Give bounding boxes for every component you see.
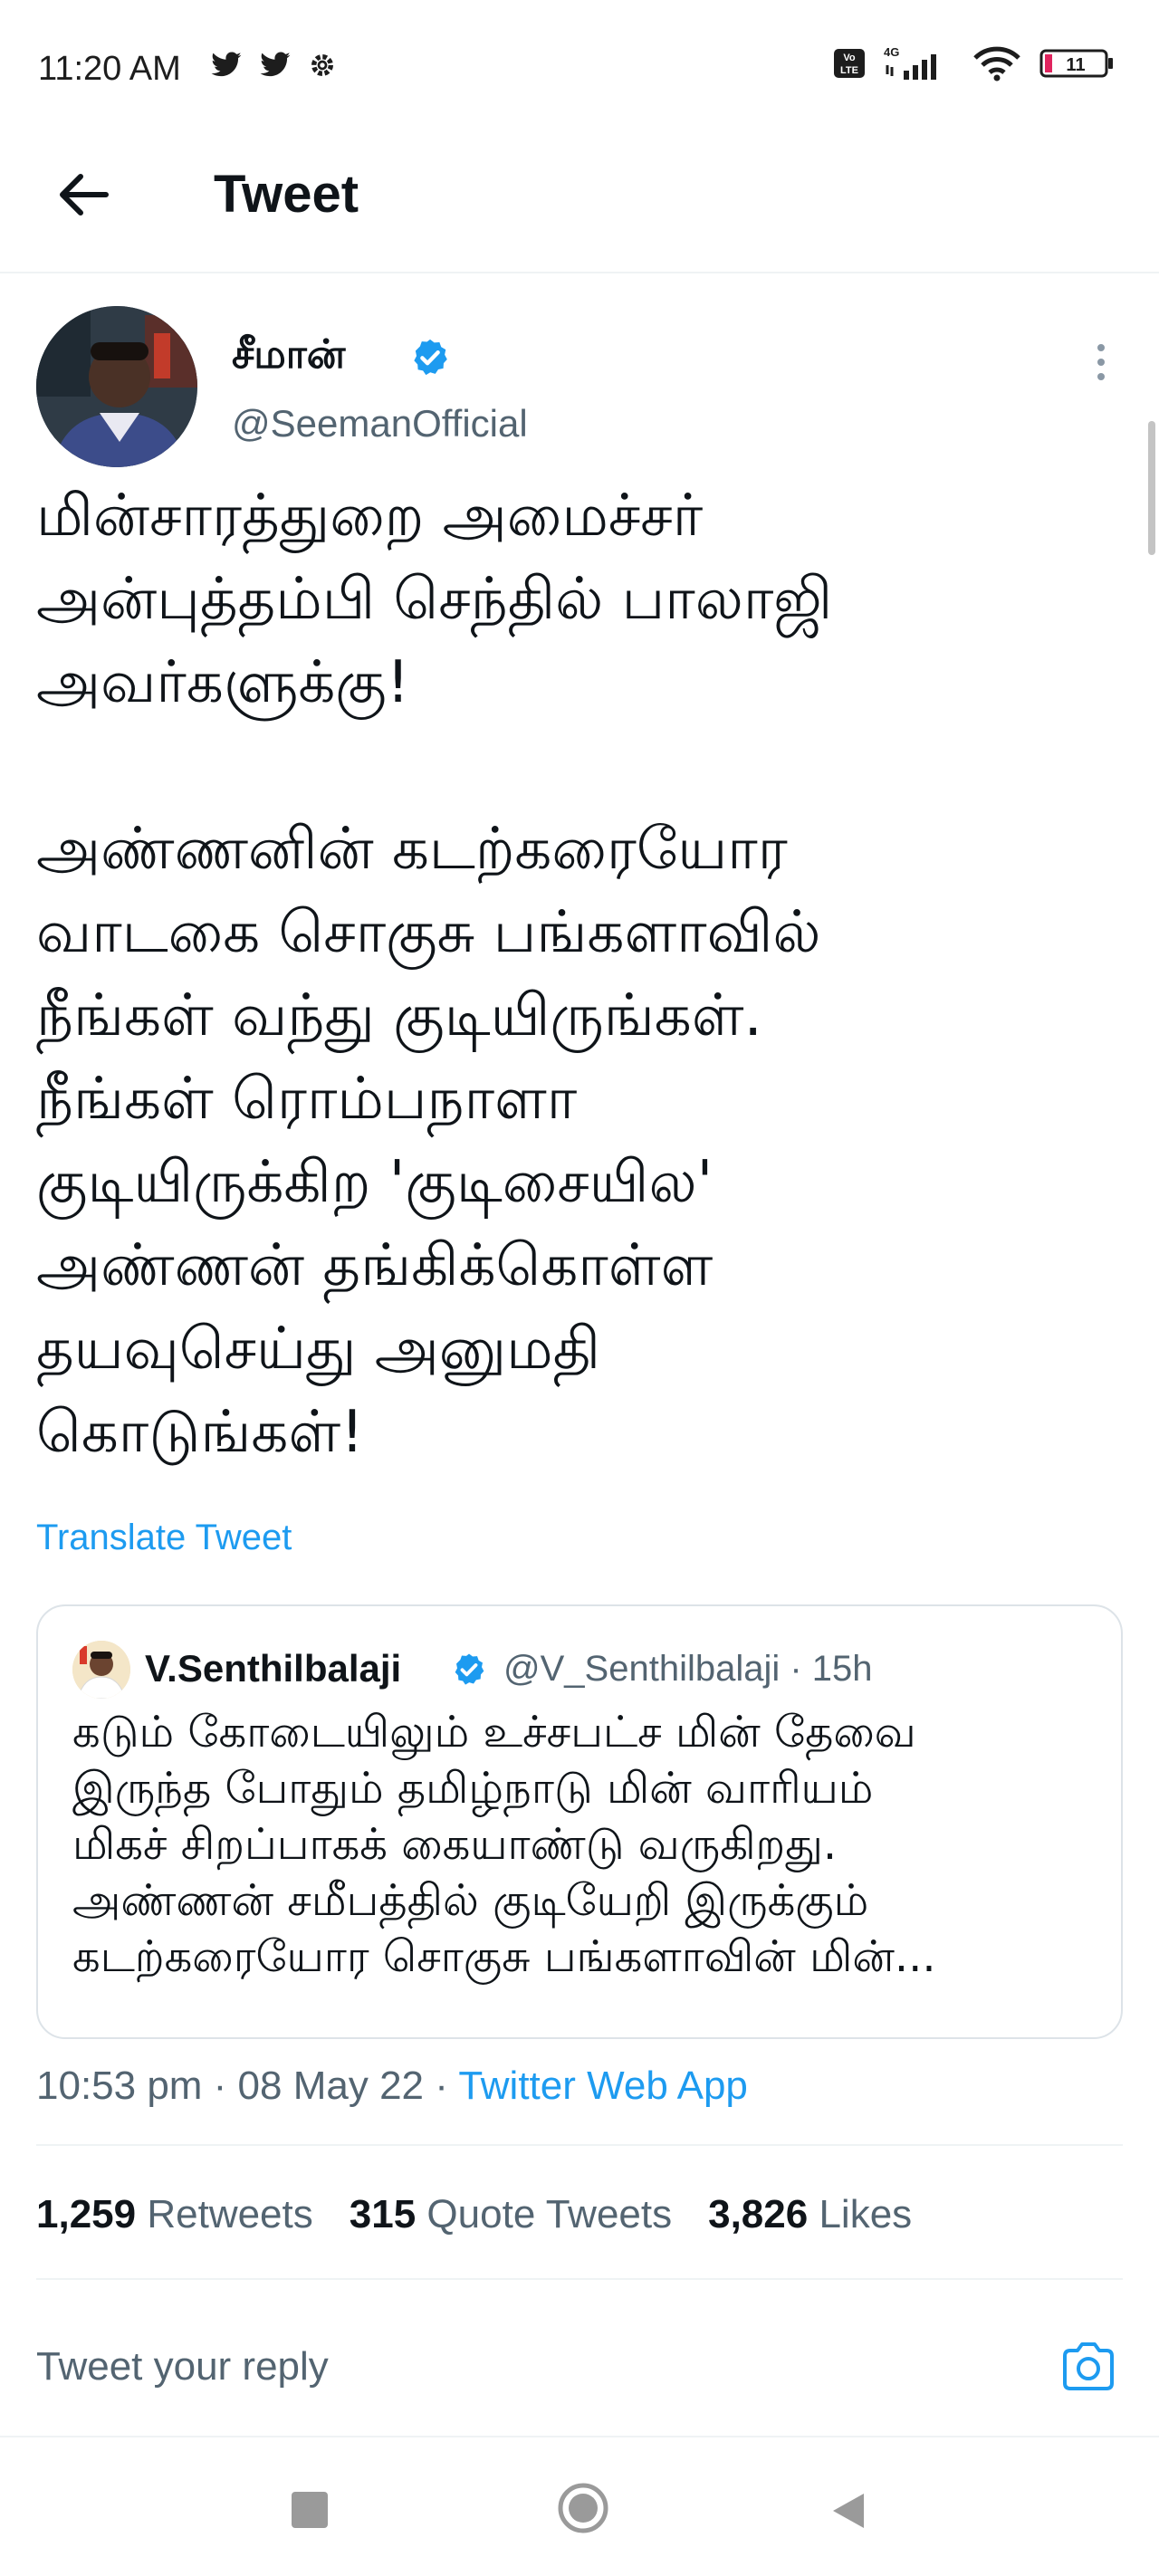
author-handle[interactable]: @SeemanOfficial bbox=[232, 398, 528, 449]
tweet-datetime: 10:53 pm · 08 May 22 · bbox=[36, 2064, 459, 2108]
twitter-bird-icon bbox=[260, 52, 291, 77]
status-notification-icons bbox=[210, 51, 337, 80]
camera-icon bbox=[1063, 2342, 1114, 2390]
cellular-signal-icon: 4G bbox=[884, 45, 936, 80]
wifi-icon bbox=[973, 46, 1020, 81]
status-time: 11:20 AM bbox=[38, 50, 181, 88]
twitter-bird-icon bbox=[211, 52, 242, 77]
settings-gear-icon bbox=[311, 54, 333, 76]
quoted-tweet-text: கடும் கோடையிலும் உச்சபட்ச மின் தேவை இருந… bbox=[72, 1707, 936, 1982]
system-back-button[interactable] bbox=[826, 2488, 871, 2533]
quoted-author-avatar bbox=[72, 1641, 130, 1699]
quoted-author-name: V.Senthilbalaji bbox=[145, 1647, 402, 1690]
retweets-label: Retweets bbox=[147, 2192, 313, 2236]
quoted-author-handle: @V_Senthilbalaji · 15h bbox=[503, 1649, 873, 1689]
tweet-source-link[interactable]: Twitter Web App bbox=[458, 2064, 748, 2108]
avatar-image bbox=[36, 306, 197, 467]
retweets-count: 1,259 bbox=[36, 2192, 137, 2236]
verified-badge-icon bbox=[455, 1653, 484, 1685]
reply-input[interactable] bbox=[36, 2336, 978, 2398]
volte-icon: Vo LTE bbox=[834, 49, 865, 78]
svg-text:Vo: Vo bbox=[843, 53, 856, 63]
quote-tweets-stat[interactable]: 315 Quote Tweets bbox=[350, 2188, 672, 2242]
likes-stat[interactable]: 3,826 Likes bbox=[708, 2188, 912, 2242]
avatar-image bbox=[72, 1641, 130, 1699]
quote-tweets-count: 315 bbox=[349, 2192, 417, 2236]
tweet-text: மின்சாரத்துறை அமைச்சர் அன்புத்தம்பி செந்… bbox=[36, 483, 833, 1466]
status-system-icons: Vo LTE 4G 11 bbox=[833, 45, 1114, 81]
more-vertical-icon bbox=[1097, 344, 1105, 380]
retweets-stat[interactable]: 1,259 Retweets bbox=[36, 2188, 313, 2242]
likes-label: Likes bbox=[819, 2192, 913, 2236]
back-button[interactable] bbox=[51, 163, 114, 226]
translate-tweet-link[interactable]: Translate Tweet bbox=[36, 1514, 292, 1561]
likes-count: 3,826 bbox=[708, 2192, 809, 2236]
tweet-stats: 1,259 Retweets 315 Quote Tweets 3,826 Li… bbox=[36, 2188, 912, 2242]
verified-badge-icon bbox=[414, 339, 447, 376]
tweet-timestamp: 10:53 pm · 08 May 22 · Twitter Web App bbox=[36, 2059, 748, 2113]
triangle-back-icon bbox=[833, 2494, 864, 2528]
camera-button[interactable] bbox=[1056, 2334, 1121, 2399]
more-options-button[interactable] bbox=[1083, 335, 1119, 389]
page-title: Tweet bbox=[214, 165, 359, 224]
divider bbox=[36, 2278, 1123, 2280]
scrollbar[interactable] bbox=[1148, 421, 1155, 555]
recent-apps-button[interactable] bbox=[292, 2492, 328, 2528]
svg-text:4G: 4G bbox=[884, 45, 899, 59]
svg-text:LTE: LTE bbox=[840, 65, 858, 76]
arrow-left-icon bbox=[60, 174, 109, 215]
divider bbox=[36, 2144, 1123, 2146]
home-button[interactable] bbox=[556, 2481, 610, 2535]
author-name[interactable]: சீமான் bbox=[232, 328, 345, 382]
quote-tweets-label: Quote Tweets bbox=[426, 2192, 673, 2236]
battery-icon: 11 bbox=[1039, 49, 1113, 78]
header-divider bbox=[0, 272, 1159, 273]
author-avatar[interactable] bbox=[36, 306, 197, 467]
home-circle-icon bbox=[558, 2483, 608, 2533]
divider bbox=[0, 2436, 1159, 2437]
battery-level: 11 bbox=[1066, 55, 1085, 75]
